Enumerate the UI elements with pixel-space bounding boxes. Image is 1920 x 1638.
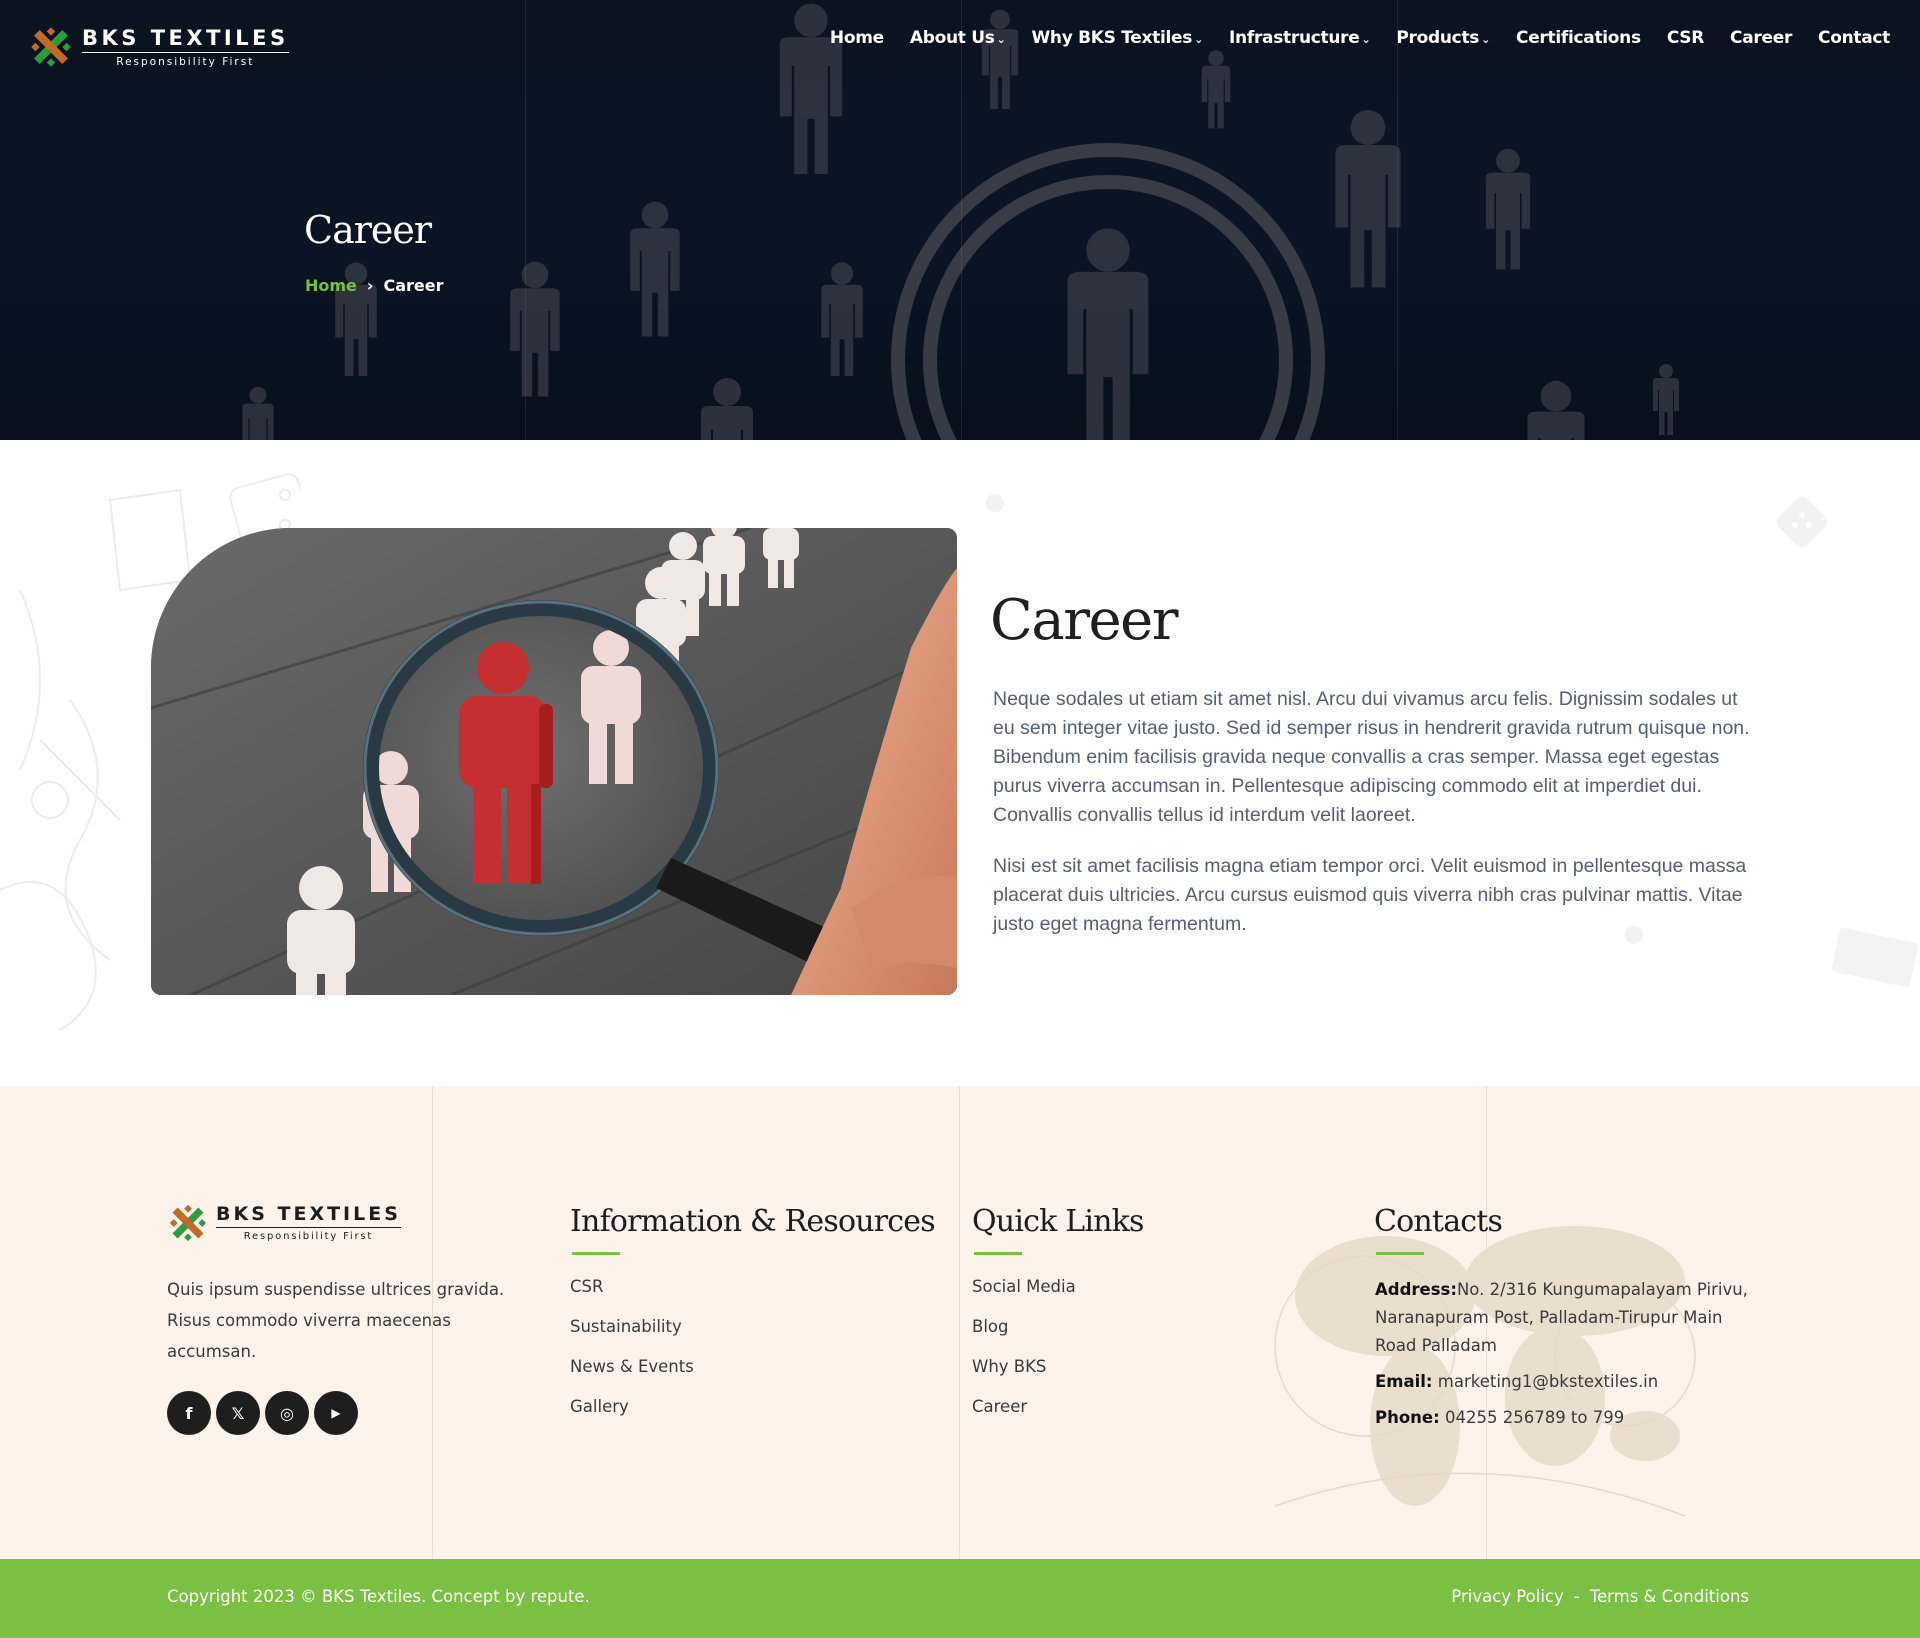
instagram-icon[interactable]: ◎ <box>265 1391 309 1435</box>
site-header: BKS TEXTILES Responsibility First Home A… <box>0 0 1920 80</box>
footer-heading-text: Quick Links <box>972 1204 1144 1239</box>
nav-item-contact[interactable]: Contact <box>1818 28 1890 48</box>
footer-link-gallery[interactable]: Gallery <box>570 1396 694 1436</box>
email-link[interactable]: marketing1@bkstextiles.in <box>1438 1372 1658 1391</box>
footer-link-sustainability[interactable]: Sustainability <box>570 1316 694 1356</box>
footer-heading-info: Information & Resources <box>570 1204 936 1255</box>
nav-item-why-bks[interactable]: Why BKS Textiles ⌄ <box>1031 28 1203 48</box>
email-label: Email: <box>1375 1372 1433 1391</box>
nav-item-career[interactable]: Career <box>1730 28 1792 48</box>
nav-item-infrastructure[interactable]: Infrastructure ⌄ <box>1229 28 1371 48</box>
nav-label: CSR <box>1666 28 1705 48</box>
contact-email: Email: marketing1@bkstextiles.in <box>1375 1368 1755 1396</box>
address-label: Address: <box>1375 1280 1457 1299</box>
heading-underline <box>572 1252 620 1255</box>
nav-label: Career <box>1730 28 1793 48</box>
nav-label: Certifications <box>1516 28 1641 48</box>
footer-heading-text: Information & Resources <box>570 1204 936 1239</box>
brand-tagline: Responsibility First <box>116 55 255 68</box>
nav-label: Infrastructure <box>1229 28 1360 48</box>
privacy-policy-link[interactable]: Privacy Policy <box>1451 1587 1563 1606</box>
phone-link[interactable]: 04255 256789 to 799 <box>1445 1408 1624 1427</box>
section-heading: Career <box>990 588 1179 653</box>
brand-logo-mark-icon <box>169 1204 207 1242</box>
facebook-icon[interactable]: f <box>167 1391 211 1435</box>
nav-label: Why BKS Textiles <box>1031 28 1193 48</box>
footer-brand-logo[interactable]: BKS TEXTILES Responsibility First <box>167 1202 401 1244</box>
footer-brand-tagline: Responsibility First <box>243 1231 374 1242</box>
footer-link-csr[interactable]: CSR <box>570 1276 694 1316</box>
grid-line <box>959 1086 960 1559</box>
x-icon[interactable]: 𝕏 <box>216 1391 260 1435</box>
main-nav: Home About Us ⌄ Why BKS Textiles ⌄ Infrast… <box>804 28 1890 48</box>
youtube-icon[interactable]: ▶ <box>314 1391 358 1435</box>
phone-label: Phone: <box>1375 1408 1440 1427</box>
social-links: f 𝕏 ◎ ▶ <box>167 1391 363 1435</box>
footer-heading-quick: Quick Links <box>972 1204 1144 1255</box>
page-title: Career <box>304 208 432 252</box>
site-footer: BKS TEXTILES Responsibility First Quis i… <box>0 1086 1920 1559</box>
nav-item-home[interactable]: Home <box>830 28 884 48</box>
career-paragraph: Nisi est sit amet facilisis magna etiam … <box>993 855 1747 935</box>
footer-info-links: CSR Sustainability News & Events Gallery <box>570 1276 694 1436</box>
fabric-decoration-icon <box>1831 927 1918 988</box>
brand-logo[interactable]: BKS TEXTILES Responsibility First <box>28 24 289 70</box>
brand-logo-mark-icon <box>31 27 71 67</box>
heading-underline <box>1376 1252 1424 1255</box>
footer-link-why-bks[interactable]: Why BKS <box>972 1356 1076 1396</box>
career-image <box>151 528 957 995</box>
contact-phone: Phone: 04255 256789 to 799 <box>1375 1404 1755 1432</box>
footer-link-news-events[interactable]: News & Events <box>570 1356 694 1396</box>
footer-link-career[interactable]: Career <box>972 1396 1076 1436</box>
nav-label: About Us <box>909 28 995 48</box>
breadcrumb: Home › Career <box>305 276 444 295</box>
footer-link-social-media[interactable]: Social Media <box>972 1276 1076 1316</box>
nav-label: Home <box>829 28 884 48</box>
terms-link[interactable]: Terms & Conditions <box>1590 1587 1749 1606</box>
chevron-down-icon: ⌄ <box>1481 33 1491 46</box>
footer-about-text: Quis ipsum suspendisse ultrices gravida.… <box>167 1280 505 1361</box>
career-section: Career Neque sodales ut etiam sit amet n… <box>0 440 1920 1086</box>
nav-item-csr[interactable]: CSR <box>1666 28 1705 48</box>
copyright-text: Copyright 2023 © BKS Textiles. Concept b… <box>167 1587 590 1606</box>
footer-link-blog[interactable]: Blog <box>972 1316 1076 1356</box>
breadcrumb-separator-icon: › <box>366 276 374 295</box>
page-hero: BKS TEXTILES Responsibility First Home A… <box>0 0 1920 440</box>
chevron-down-icon: ⌄ <box>1194 33 1204 46</box>
nav-item-products[interactable]: Products ⌄ <box>1396 28 1490 48</box>
brand-name: BKS TEXTILES <box>82 27 289 53</box>
nav-item-about[interactable]: About Us ⌄ <box>910 28 1006 48</box>
nav-item-certifications[interactable]: Certifications <box>1516 28 1641 48</box>
legal-separator: - <box>1573 1587 1580 1606</box>
footer-heading-text: Contacts <box>1374 1204 1503 1239</box>
dice-decoration-icon <box>1777 497 1827 547</box>
dot-decoration <box>986 494 1004 512</box>
nav-label: Products <box>1396 28 1480 48</box>
chevron-down-icon: ⌄ <box>996 33 1006 46</box>
heading-underline <box>974 1252 1022 1255</box>
career-paragraph: Neque sodales ut etiam sit amet nisl. Ar… <box>993 688 1750 826</box>
footer-quick-links: Social Media Blog Why BKS Career <box>972 1276 1076 1436</box>
legal-links: Privacy Policy - Terms & Conditions <box>1451 1587 1749 1606</box>
copyright-bar: Copyright 2023 © BKS Textiles. Concept b… <box>0 1559 1920 1638</box>
footer-brand-name: BKS TEXTILES <box>216 1204 401 1228</box>
footer-heading-contacts: Contacts <box>1374 1204 1503 1255</box>
chevron-down-icon: ⌄ <box>1361 33 1371 46</box>
contact-details: Address:No. 2/316 Kungumapalayam Pirivu,… <box>1375 1276 1755 1440</box>
breadcrumb-current: Career <box>383 276 444 295</box>
nav-label: Contact <box>1818 28 1890 48</box>
contact-address: Address:No. 2/316 Kungumapalayam Pirivu,… <box>1375 1276 1755 1360</box>
breadcrumb-home-link[interactable]: Home <box>305 276 357 295</box>
